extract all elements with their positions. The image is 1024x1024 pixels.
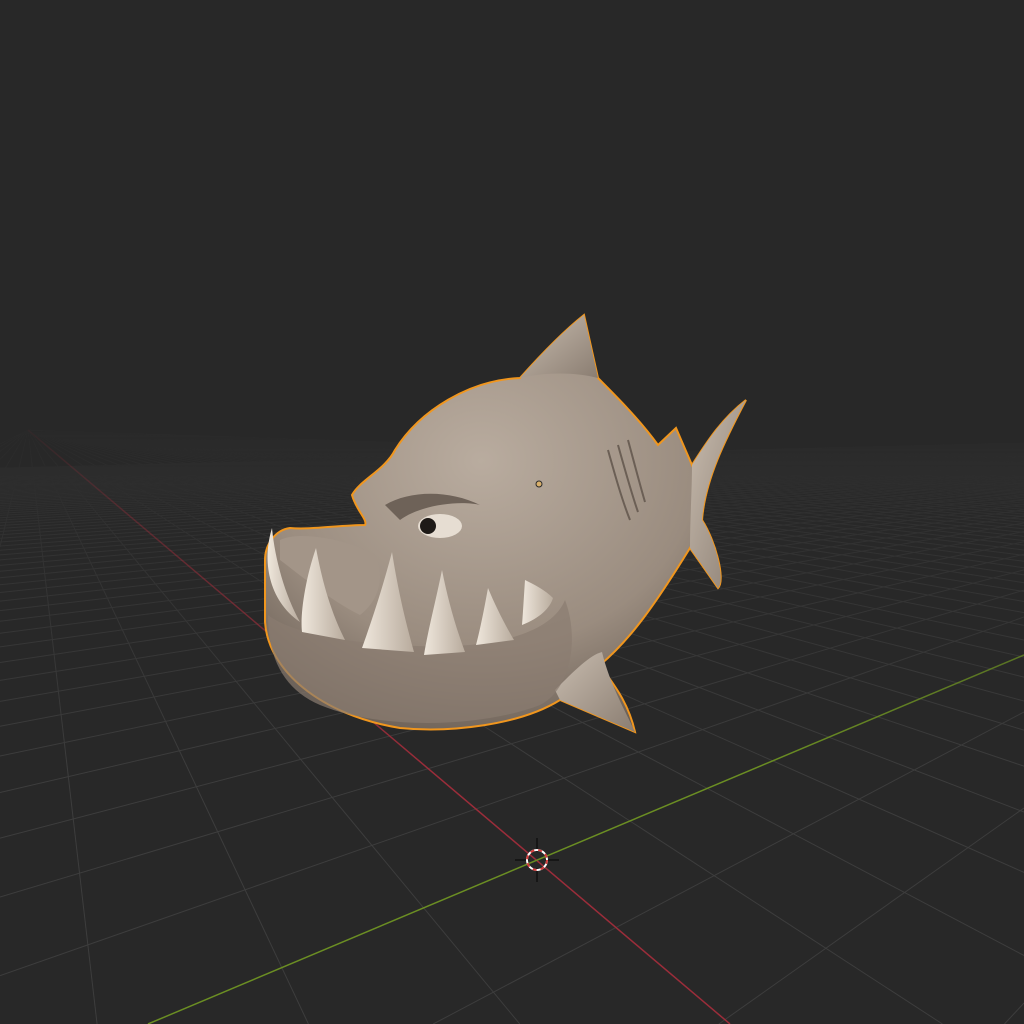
3d-viewport[interactable] [0, 0, 1024, 1024]
3d-cursor-icon[interactable] [515, 838, 559, 882]
3d-cursor[interactable] [0, 0, 1024, 1024]
